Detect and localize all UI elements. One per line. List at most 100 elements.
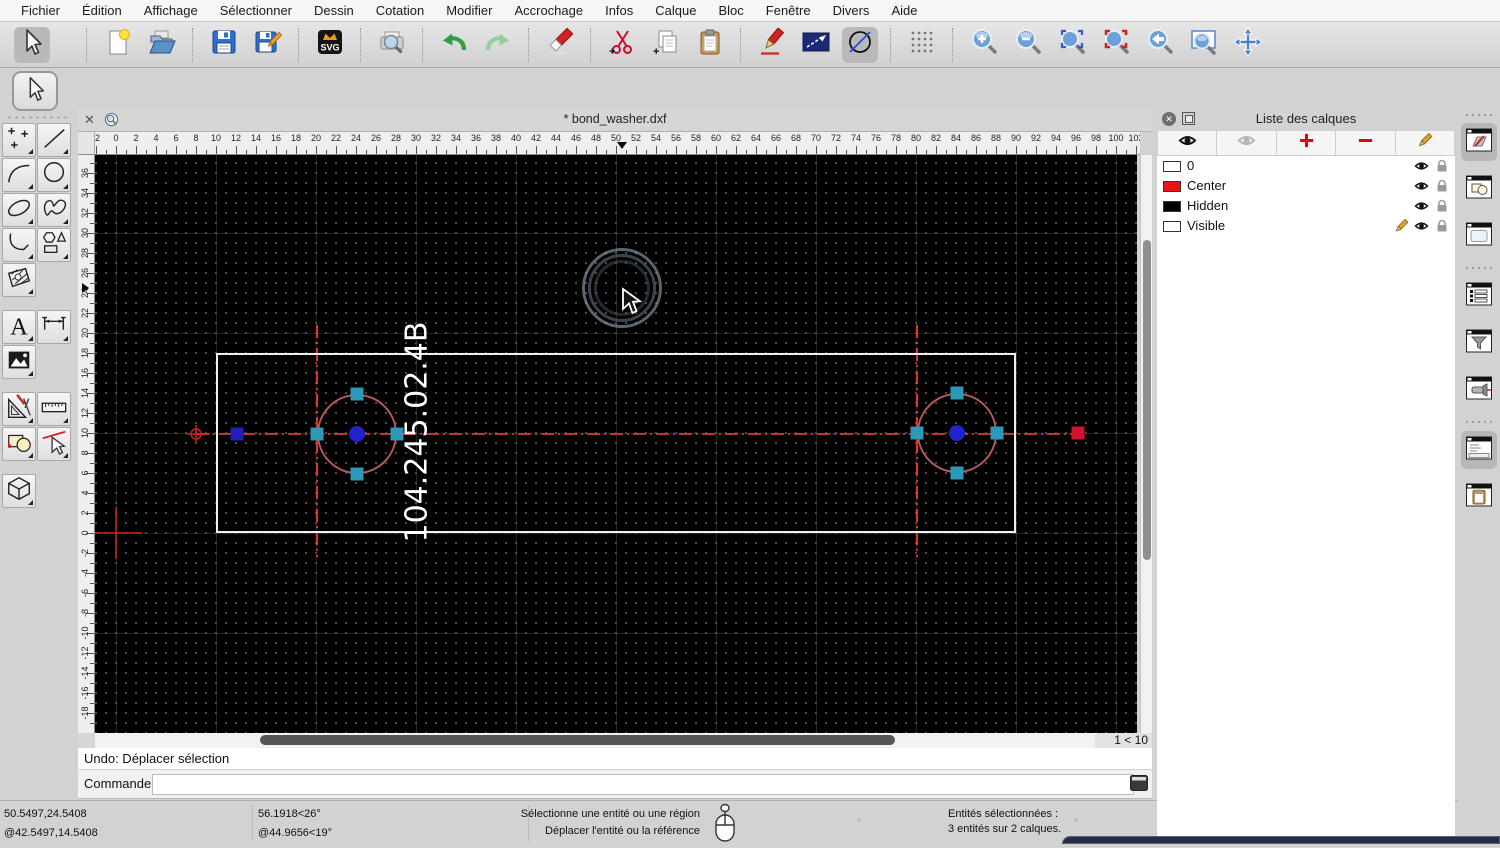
toolbar-button-save-as[interactable]: [250, 27, 286, 63]
toolbar-button-pan[interactable]: [1230, 27, 1266, 63]
selection-handle-teal[interactable]: [990, 426, 1004, 440]
toolbar-button-pen[interactable]: [754, 27, 790, 63]
tool-line[interactable]: [37, 123, 71, 157]
menu-calque[interactable]: Calque: [644, 3, 707, 18]
toolbar-button-zoom-auto[interactable]: [1054, 27, 1090, 63]
tool-spline[interactable]: [37, 193, 71, 227]
toolbar-button-select-arrow[interactable]: [14, 26, 50, 63]
toolbar-button-eraser[interactable]: [542, 27, 578, 63]
vertical-scrollbar[interactable]: [1140, 155, 1152, 733]
layer-visibility-eye-icon[interactable]: [1414, 159, 1429, 172]
toolbar-button-zoom-out[interactable]: [1010, 27, 1046, 63]
selection-handle-teal[interactable]: [950, 466, 964, 480]
layer-lock-icon[interactable]: [1436, 159, 1448, 173]
layer-tool-eye-gray[interactable]: [1217, 130, 1277, 156]
menu-accrochage[interactable]: Accrochage: [503, 3, 594, 18]
selection-handle-navy[interactable]: [230, 427, 244, 441]
selection-handle-teal[interactable]: [910, 426, 924, 440]
selection-handle-teal[interactable]: [950, 386, 964, 400]
layer-lock-icon[interactable]: [1436, 179, 1448, 193]
tool-hatch[interactable]: [2, 263, 36, 297]
tool-image[interactable]: [2, 345, 36, 379]
selection-tool-button[interactable]: [12, 71, 58, 111]
tool-text[interactable]: A: [2, 310, 36, 344]
dock-button-command[interactable]: [1461, 431, 1497, 469]
menu-divers[interactable]: Divers: [822, 3, 881, 18]
menu-affichage[interactable]: Affichage: [133, 3, 209, 18]
toolbar-button-cut[interactable]: +: [604, 27, 640, 63]
dock-button-list[interactable]: [1461, 277, 1497, 315]
tool-select-entity[interactable]: [37, 427, 71, 461]
toolbar-button-print-preview[interactable]: [374, 27, 410, 63]
toolbar-button-new-file[interactable]: [100, 27, 136, 63]
toolbar-button-zoom-in[interactable]: [966, 27, 1002, 63]
selection-handle-teal[interactable]: [350, 467, 364, 481]
toolbar-button-copy[interactable]: +: [648, 27, 684, 63]
vertical-scrollbar-thumb[interactable]: [1143, 240, 1151, 560]
menu-aide[interactable]: Aide: [880, 3, 928, 18]
layer-tool-pencil[interactable]: [1395, 130, 1456, 156]
tool-polyline[interactable]: [2, 228, 36, 262]
layer-visibility-eye-icon[interactable]: [1414, 179, 1429, 192]
toolbar-button-save-file[interactable]: [206, 27, 242, 63]
layer-row-visible[interactable]: Visible: [1157, 216, 1455, 236]
layer-visibility-eye-icon[interactable]: [1414, 199, 1429, 212]
menu-edition[interactable]: Édition: [71, 3, 133, 18]
drawing-canvas[interactable]: 104.245.02.4B: [95, 155, 1137, 733]
layer-lock-icon[interactable]: [1436, 219, 1448, 233]
dock-button-filter[interactable]: [1461, 324, 1497, 362]
toolbar-button-circle-slash[interactable]: [842, 26, 878, 63]
menu-cotation[interactable]: Cotation: [365, 3, 435, 18]
dock-button-blocks[interactable]: [1461, 170, 1497, 208]
toolbar-button-line-attributes[interactable]: [798, 27, 834, 63]
dock-drag-handle[interactable]: [1464, 113, 1494, 117]
tool-polygon[interactable]: [37, 228, 71, 262]
circle-center-handle[interactable]: [349, 426, 365, 442]
menu-fenetre[interactable]: Fenêtre: [755, 3, 822, 18]
menu-infos[interactable]: Infos: [594, 3, 644, 18]
tool-measure[interactable]: [37, 392, 71, 426]
tool-dimension[interactable]: [37, 310, 71, 344]
tool-solid[interactable]: [2, 474, 36, 508]
toolbar-button-redo[interactable]: [480, 27, 516, 63]
selection-handle-teal[interactable]: [350, 387, 364, 401]
layer-tool-plus[interactable]: [1276, 130, 1337, 156]
palette-drag-handle[interactable]: [6, 115, 70, 120]
selection-handle-teal[interactable]: [390, 427, 404, 441]
toolbar-button-zoom-previous[interactable]: [1142, 27, 1178, 63]
layer-tool-minus[interactable]: [1336, 130, 1396, 156]
tool-points[interactable]: [2, 123, 36, 157]
command-input[interactable]: [152, 774, 1134, 795]
tool-blocks[interactable]: [2, 427, 36, 461]
horizontal-scrollbar-thumb[interactable]: [260, 735, 895, 745]
selection-handle-red[interactable]: [1071, 426, 1085, 440]
menu-selectionner[interactable]: Sélectionner: [209, 3, 303, 18]
dock-button-device[interactable]: [1461, 371, 1497, 409]
layer-visibility-eye-icon[interactable]: [1414, 219, 1429, 232]
toolbar-button-zoom-selected[interactable]: [1098, 27, 1134, 63]
drawing-text[interactable]: 104.245.02.4B: [400, 322, 435, 543]
tool-circle[interactable]: [37, 158, 71, 192]
tool-arc[interactable]: [2, 158, 36, 192]
menu-dessin[interactable]: Dessin: [303, 3, 365, 18]
layer-lock-icon[interactable]: [1436, 199, 1448, 213]
circle-center-handle[interactable]: [949, 425, 965, 441]
horizontal-scrollbar[interactable]: [95, 733, 1137, 748]
menu-modifier[interactable]: Modifier: [435, 3, 503, 18]
menu-bloc[interactable]: Bloc: [707, 3, 754, 18]
menu-fichier[interactable]: Fichier: [10, 3, 71, 18]
layer-row-center[interactable]: Center: [1157, 176, 1455, 196]
dock-button-library[interactable]: [1461, 217, 1497, 255]
command-window-icon[interactable]: [1130, 775, 1148, 791]
layer-row-hidden[interactable]: Hidden: [1157, 196, 1455, 216]
selection-handle-teal[interactable]: [310, 427, 324, 441]
layer-row-0[interactable]: 0: [1157, 156, 1455, 176]
dock-button-layers[interactable]: [1461, 123, 1497, 161]
toolbar-button-paste[interactable]: [692, 27, 728, 63]
toolbar-button-undo[interactable]: [436, 27, 472, 63]
toolbar-button-open-file[interactable]: [144, 27, 180, 63]
tool-ellipse[interactable]: [2, 193, 36, 227]
toolbar-button-zoom-window[interactable]: [1186, 27, 1222, 63]
toolbar-button-grid[interactable]: [904, 27, 940, 63]
dock-button-clipboard[interactable]: [1461, 478, 1497, 516]
